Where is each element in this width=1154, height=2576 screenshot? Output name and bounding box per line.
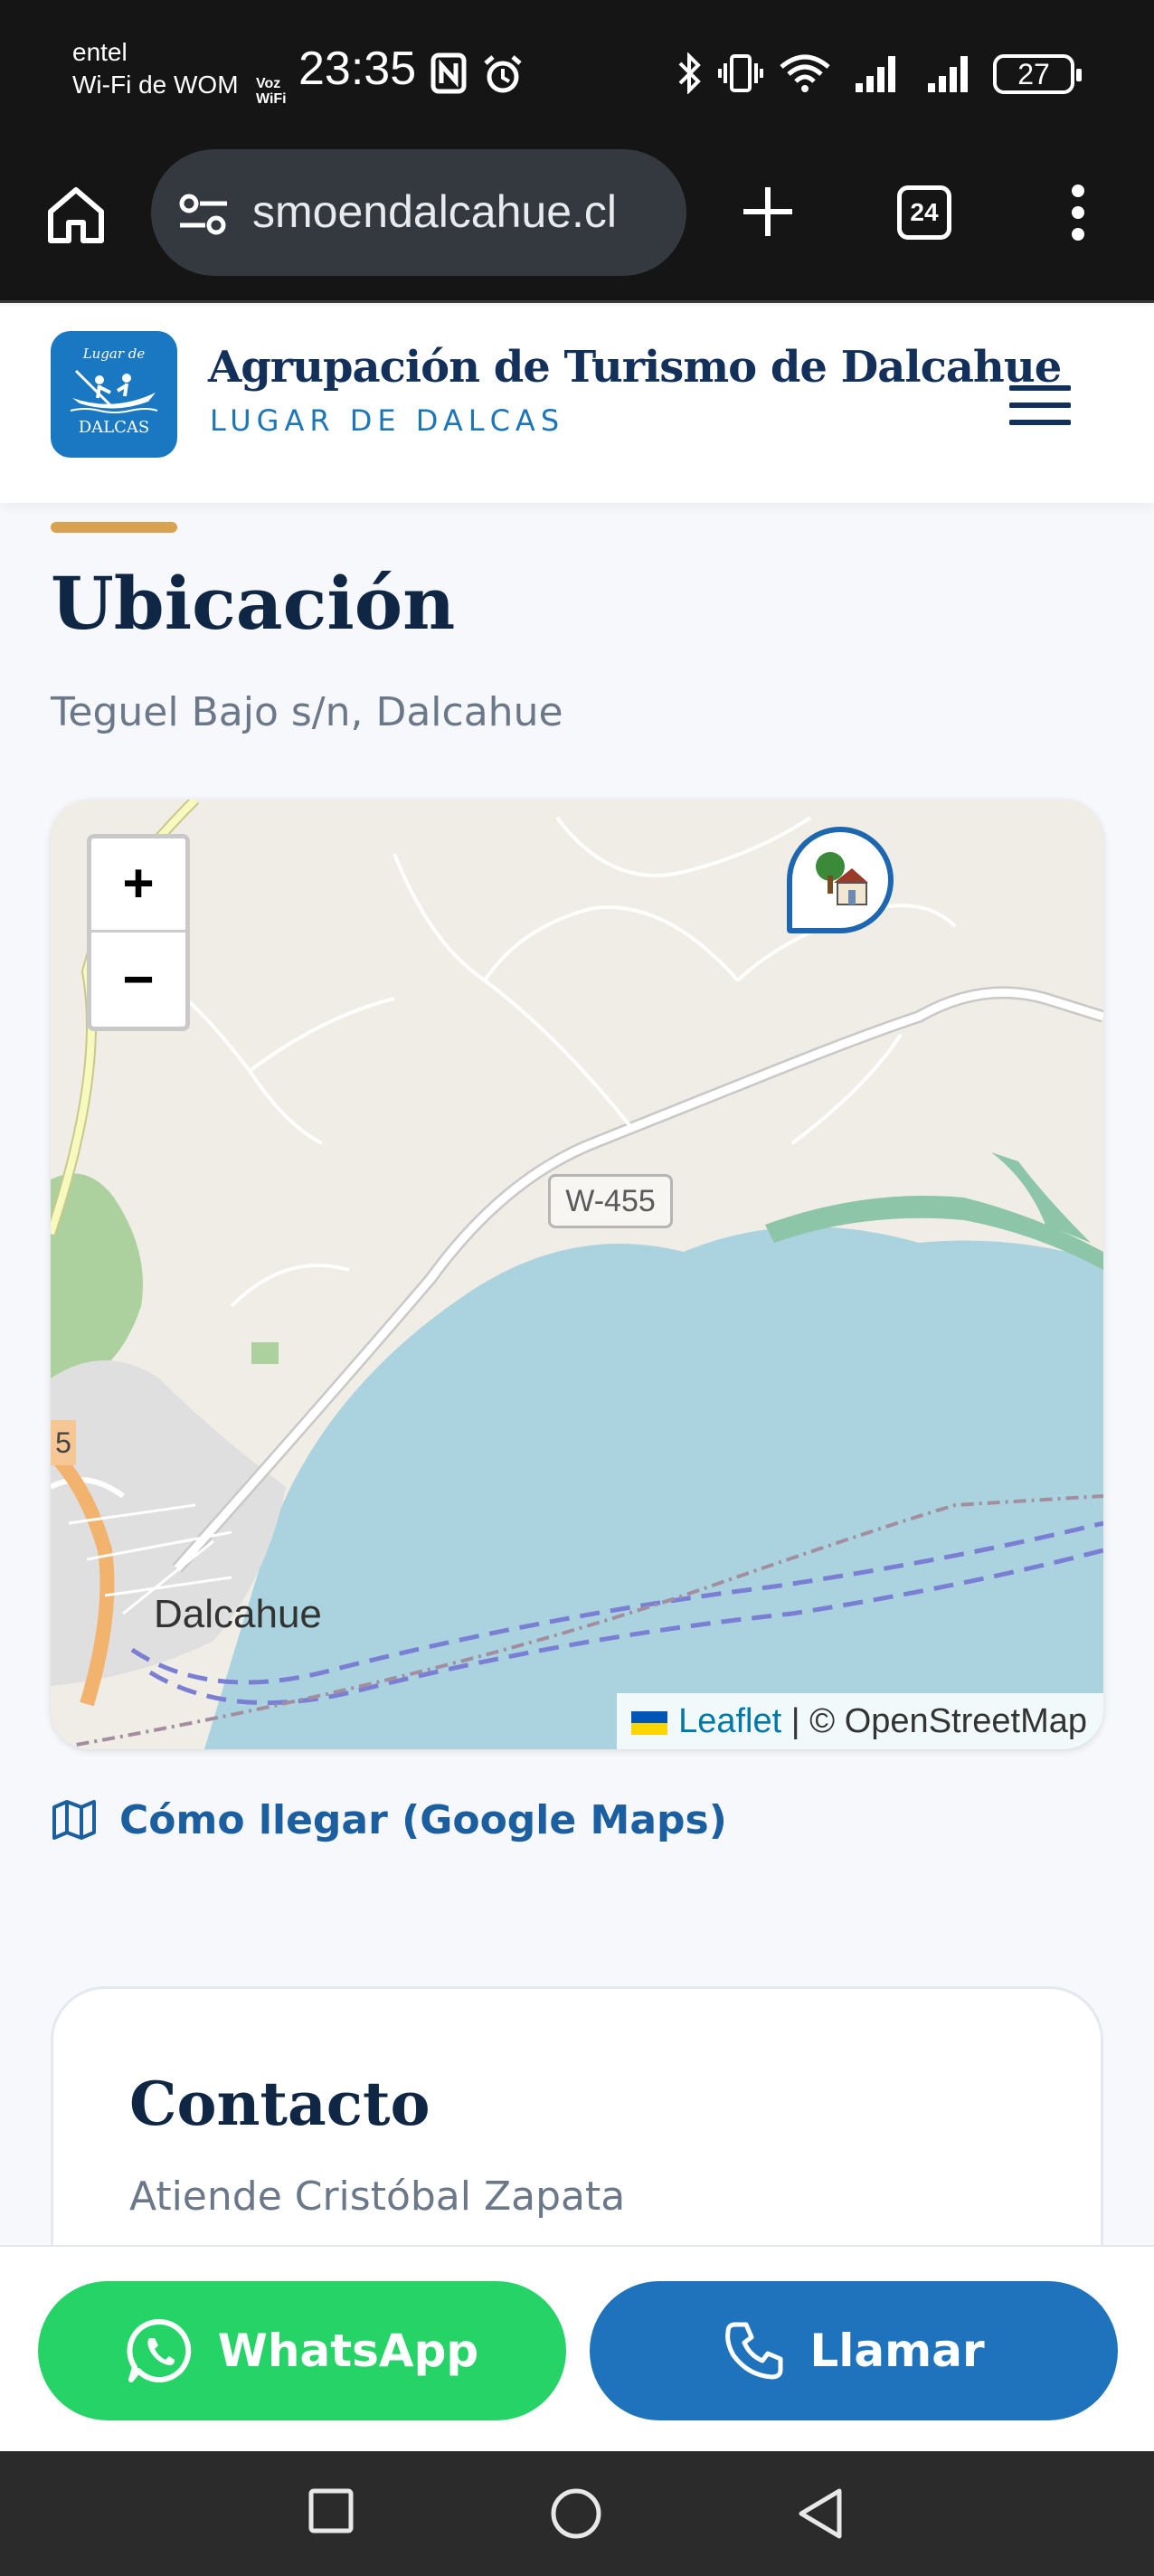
carrier-info: entel Wi-Fi de WOM — [72, 36, 239, 101]
carrier-name: entel — [72, 38, 128, 66]
map-attribution: Leaflet | © OpenStreetMap — [617, 1693, 1103, 1749]
house-tree-icon — [816, 852, 868, 905]
vowifi-indicator: Voz WiFi — [256, 76, 287, 107]
vowifi-line2: WiFi — [256, 91, 287, 107]
call-button[interactable]: Llamar — [590, 2281, 1118, 2420]
status-bar: entel Wi-Fi de WOM Voz WiFi 23:35 27 — [0, 0, 1154, 149]
contact-title: Contacto — [129, 2069, 430, 2139]
leaflet-link[interactable]: Leaflet — [678, 1702, 781, 1740]
zoom-out-button[interactable]: − — [91, 934, 185, 1028]
map-zoom-control: + − — [87, 834, 190, 1031]
map-edge-road-label: 5 — [51, 1420, 76, 1465]
recents-icon[interactable] — [307, 2487, 355, 2534]
home-icon[interactable] — [43, 183, 109, 246]
location-address: Teguel Bajo s/n, Dalcahue — [51, 689, 563, 735]
boat-logo-icon — [70, 369, 158, 413]
wifi-network-name: Wi-Fi de WOM — [72, 71, 239, 99]
new-tab-icon[interactable] — [740, 184, 796, 240]
signal-icon — [856, 56, 895, 92]
vibrate-icon — [718, 54, 763, 92]
url-text: smoendalcahue.cl — [252, 186, 618, 237]
logo-top-text: Lugar de — [82, 346, 146, 362]
call-label: Llamar — [809, 2325, 985, 2377]
location-title: Ubicación — [51, 561, 456, 646]
battery-indicator: 27 — [993, 54, 1082, 94]
section-accent-bar — [51, 522, 177, 533]
map-location-marker[interactable] — [787, 827, 894, 933]
clock: 23:35 — [298, 43, 417, 95]
back-icon[interactable] — [796, 2487, 845, 2540]
hamburger-menu-icon[interactable] — [1009, 384, 1071, 427]
nfc-icon — [430, 52, 467, 94]
map-road-label: W-455 — [548, 1174, 673, 1228]
contact-subtitle: Atiende Cristóbal Zapata — [129, 2174, 626, 2220]
phone-icon — [725, 2322, 783, 2380]
tab-switcher-button[interactable]: 24 — [897, 185, 951, 240]
vowifi-line1: Voz — [256, 76, 281, 91]
bluetooth-icon — [678, 52, 701, 94]
address-bar[interactable]: smoendalcahue.cl — [151, 149, 686, 276]
site-settings-icon[interactable] — [176, 193, 231, 236]
site-header: Lugar de DALCAS Agrupación de Turismo de… — [0, 306, 1154, 503]
bottom-action-bar: WhatsApp Llamar — [0, 2245, 1154, 2451]
alarm-icon — [484, 55, 522, 93]
whatsapp-icon — [127, 2318, 191, 2382]
more-menu-icon[interactable] — [1065, 184, 1091, 242]
system-navigation-bar — [0, 2451, 1154, 2576]
whatsapp-button[interactable]: WhatsApp — [38, 2281, 566, 2420]
browser-toolbar: smoendalcahue.cl 24 — [0, 149, 1154, 303]
directions-label[interactable]: Cómo llegar (Google Maps) — [119, 1797, 727, 1843]
site-subtitle: LUGAR DE DALCAS — [210, 403, 565, 438]
ukraine-flag-icon — [631, 1710, 668, 1735]
wifi-icon — [780, 54, 830, 92]
directions-link[interactable]: Cómo llegar (Google Maps) — [51, 1791, 727, 1849]
signal-icon — [928, 56, 968, 92]
zoom-in-button[interactable]: + — [91, 838, 185, 933]
whatsapp-label: WhatsApp — [217, 2325, 479, 2377]
site-logo[interactable]: Lugar de DALCAS — [51, 331, 177, 458]
map-town-label: Dalcahue — [154, 1592, 322, 1636]
site-title[interactable]: Agrupación de Turismo de Dalcahue — [208, 342, 1062, 393]
map-icon — [52, 1800, 96, 1840]
home-nav-icon[interactable] — [550, 2487, 602, 2540]
location-map[interactable]: + − W-455 Dalcahue 5 Leaflet | © OpenStr… — [51, 800, 1103, 1749]
logo-bottom-text: DALCAS — [78, 418, 150, 437]
osm-attribution-text[interactable]: | © OpenStreetMap — [791, 1702, 1087, 1740]
